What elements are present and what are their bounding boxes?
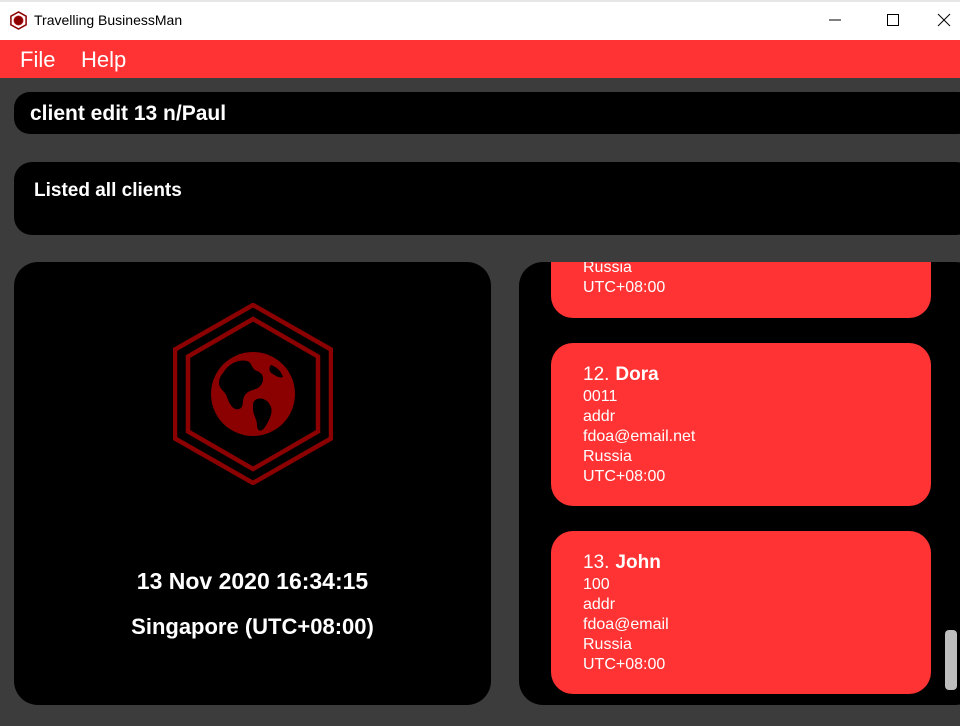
- client-phone: 100: [583, 576, 610, 593]
- client-card[interactable]: 13. John 100 addr fdoa@email Russia UTC+0…: [551, 531, 931, 694]
- client-card[interactable]: Russia UTC+08:00: [551, 262, 931, 318]
- client-email: fdoa@email.net: [583, 428, 696, 445]
- client-phone: 0011: [583, 388, 618, 405]
- globe-icon: [173, 303, 333, 485]
- client-email: fdoa@email: [583, 616, 669, 633]
- menu-help[interactable]: Help: [81, 47, 126, 73]
- client-timezone: UTC+08:00: [583, 279, 666, 296]
- client-index: 13.: [583, 552, 610, 573]
- command-input[interactable]: client edit 13 n/Paul: [14, 92, 960, 134]
- menu-bar: File Help: [0, 40, 960, 78]
- client-card[interactable]: 12. Dora 0011 addr fdoa@email.net Russia …: [551, 343, 931, 506]
- client-header: 12. Dora: [583, 364, 659, 386]
- client-name: John: [615, 552, 661, 573]
- close-icon: [937, 13, 951, 27]
- client-country: Russia: [583, 262, 632, 276]
- client-address: addr: [583, 408, 616, 425]
- client-header: 13. John: [583, 552, 661, 574]
- client-list-panel[interactable]: Russia UTC+08:00 12. Dora 0011 addr fdoa@…: [519, 262, 960, 705]
- command-input-text: client edit 13 n/Paul: [30, 102, 227, 125]
- client-address: addr: [583, 596, 616, 613]
- title-bar: Travelling BusinessMan: [0, 0, 960, 40]
- close-button[interactable]: [928, 0, 960, 40]
- window-title: Travelling BusinessMan: [34, 12, 183, 28]
- client-timezone: UTC+08:00: [583, 468, 666, 485]
- minimize-button[interactable]: [812, 0, 858, 40]
- status-bar: [0, 716, 960, 726]
- client-list-scrollbar[interactable]: [945, 630, 957, 690]
- menu-file[interactable]: File: [20, 47, 55, 73]
- clock-datetime: 13 Nov 2020 16:34:15: [136, 568, 369, 594]
- client-country: Russia: [583, 448, 632, 465]
- client-timezone: UTC+08:00: [583, 656, 666, 673]
- app-logo-icon: [10, 11, 27, 30]
- result-display: Listed all clients: [14, 162, 960, 235]
- maximize-icon: [887, 14, 899, 26]
- client-name: Dora: [615, 364, 659, 385]
- client-country: Russia: [583, 636, 632, 653]
- clock-panel: 13 Nov 2020 16:34:15 Singapore (UTC+08:0…: [14, 262, 491, 705]
- clock-timezone: Singapore (UTC+08:00): [131, 614, 374, 639]
- minimize-icon: [829, 19, 841, 21]
- client-index: 12.: [583, 364, 610, 385]
- result-message: Listed all clients: [34, 180, 182, 201]
- maximize-button[interactable]: [870, 0, 916, 40]
